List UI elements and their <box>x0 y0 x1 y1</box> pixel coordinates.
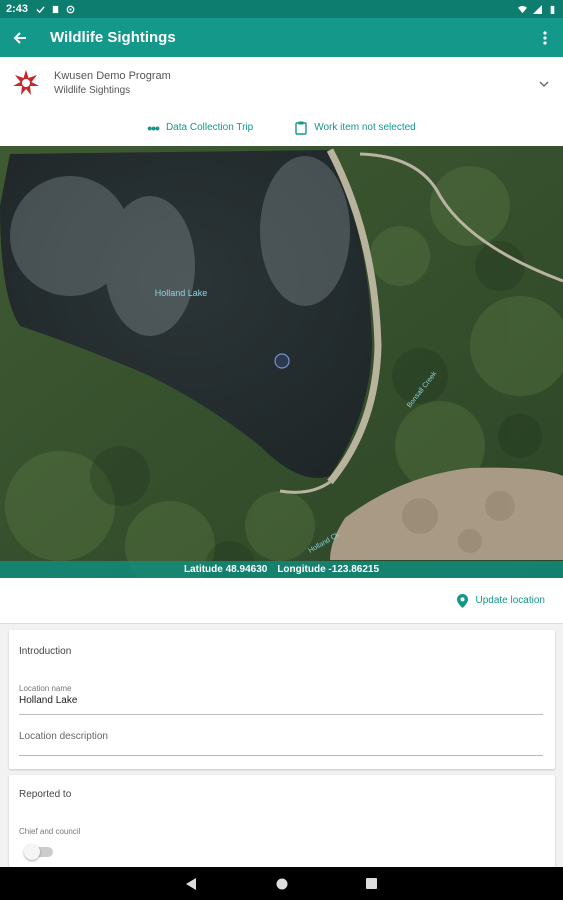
longitude-readout: Longitude -123.86215 <box>277 564 380 575</box>
update-location-label: Update location <box>475 595 546 606</box>
location-description-input[interactable]: Location description <box>19 731 108 742</box>
chief-council-toggle[interactable] <box>24 844 53 860</box>
map-view[interactable]: Holland Lake Bonsall Creek Holland Ck La… <box>0 146 563 578</box>
lake-map-label: Holland Lake <box>155 288 208 298</box>
introduction-card: Introduction Location name Holland Lake … <box>9 630 555 769</box>
program-selector[interactable]: Kwusen Demo Program Wildlife Sightings <box>0 57 563 109</box>
action-row: ••• Data Collection Trip Work item not s… <box>0 109 563 146</box>
system-nav-bar <box>0 867 563 900</box>
location-pin-icon <box>456 593 468 608</box>
work-item-button[interactable]: Work item not selected <box>295 121 416 135</box>
sync-icon <box>66 5 75 13</box>
reported-to-title: Reported to <box>19 789 72 800</box>
location-name-input[interactable]: Holland Lake <box>19 695 77 706</box>
check-icon <box>36 5 45 13</box>
toggle-knob <box>24 844 40 860</box>
work-item-label: Work item not selected <box>314 122 416 133</box>
app-bar: Wildlife Sightings <box>0 18 563 57</box>
back-arrow-icon[interactable] <box>0 18 40 57</box>
nav-recents-icon[interactable] <box>365 877 379 891</box>
chief-council-label: Chief and council <box>19 827 81 836</box>
more-vert-icon[interactable] <box>527 18 563 57</box>
location-name-underline <box>19 714 543 715</box>
update-location-button[interactable]: Update location <box>456 593 546 608</box>
data-collection-trip-label: Data Collection Trip <box>165 122 254 133</box>
chevron-down-icon[interactable] <box>539 76 549 90</box>
latitude-readout: Latitude 48.94630 <box>183 564 268 575</box>
coordinates-bar: Latitude 48.94630 Longitude -123.86215 <box>0 561 563 578</box>
introduction-title: Introduction <box>19 646 72 657</box>
satellite-map: Holland Lake Bonsall Creek Holland Ck <box>0 146 563 578</box>
reported-to-card: Reported to Chief and council <box>9 775 555 867</box>
location-description-underline <box>19 755 543 756</box>
location-name-label: Location name <box>19 684 72 693</box>
program-name: Kwusen Demo Program <box>54 70 171 82</box>
update-location-row: Update location <box>0 578 563 624</box>
data-collection-trip-button[interactable]: ••• Data Collection Trip <box>147 120 253 136</box>
page-title: Wildlife Sightings <box>50 29 176 46</box>
wifi-icon <box>518 5 527 13</box>
nav-home-icon[interactable] <box>275 877 289 891</box>
program-subtitle: Wildlife Sightings <box>54 85 131 96</box>
program-logo-icon <box>13 70 39 95</box>
signal-icon <box>533 4 542 14</box>
status-time: 2:43 <box>6 3 29 15</box>
sd-card-icon <box>52 5 59 13</box>
more-horiz-icon: ••• <box>147 119 160 136</box>
clipboard-icon <box>295 121 307 135</box>
location-marker <box>274 353 290 369</box>
nav-back-icon[interactable] <box>185 877 199 891</box>
battery-icon <box>550 5 555 14</box>
status-bar: 2:43 <box>0 0 563 18</box>
